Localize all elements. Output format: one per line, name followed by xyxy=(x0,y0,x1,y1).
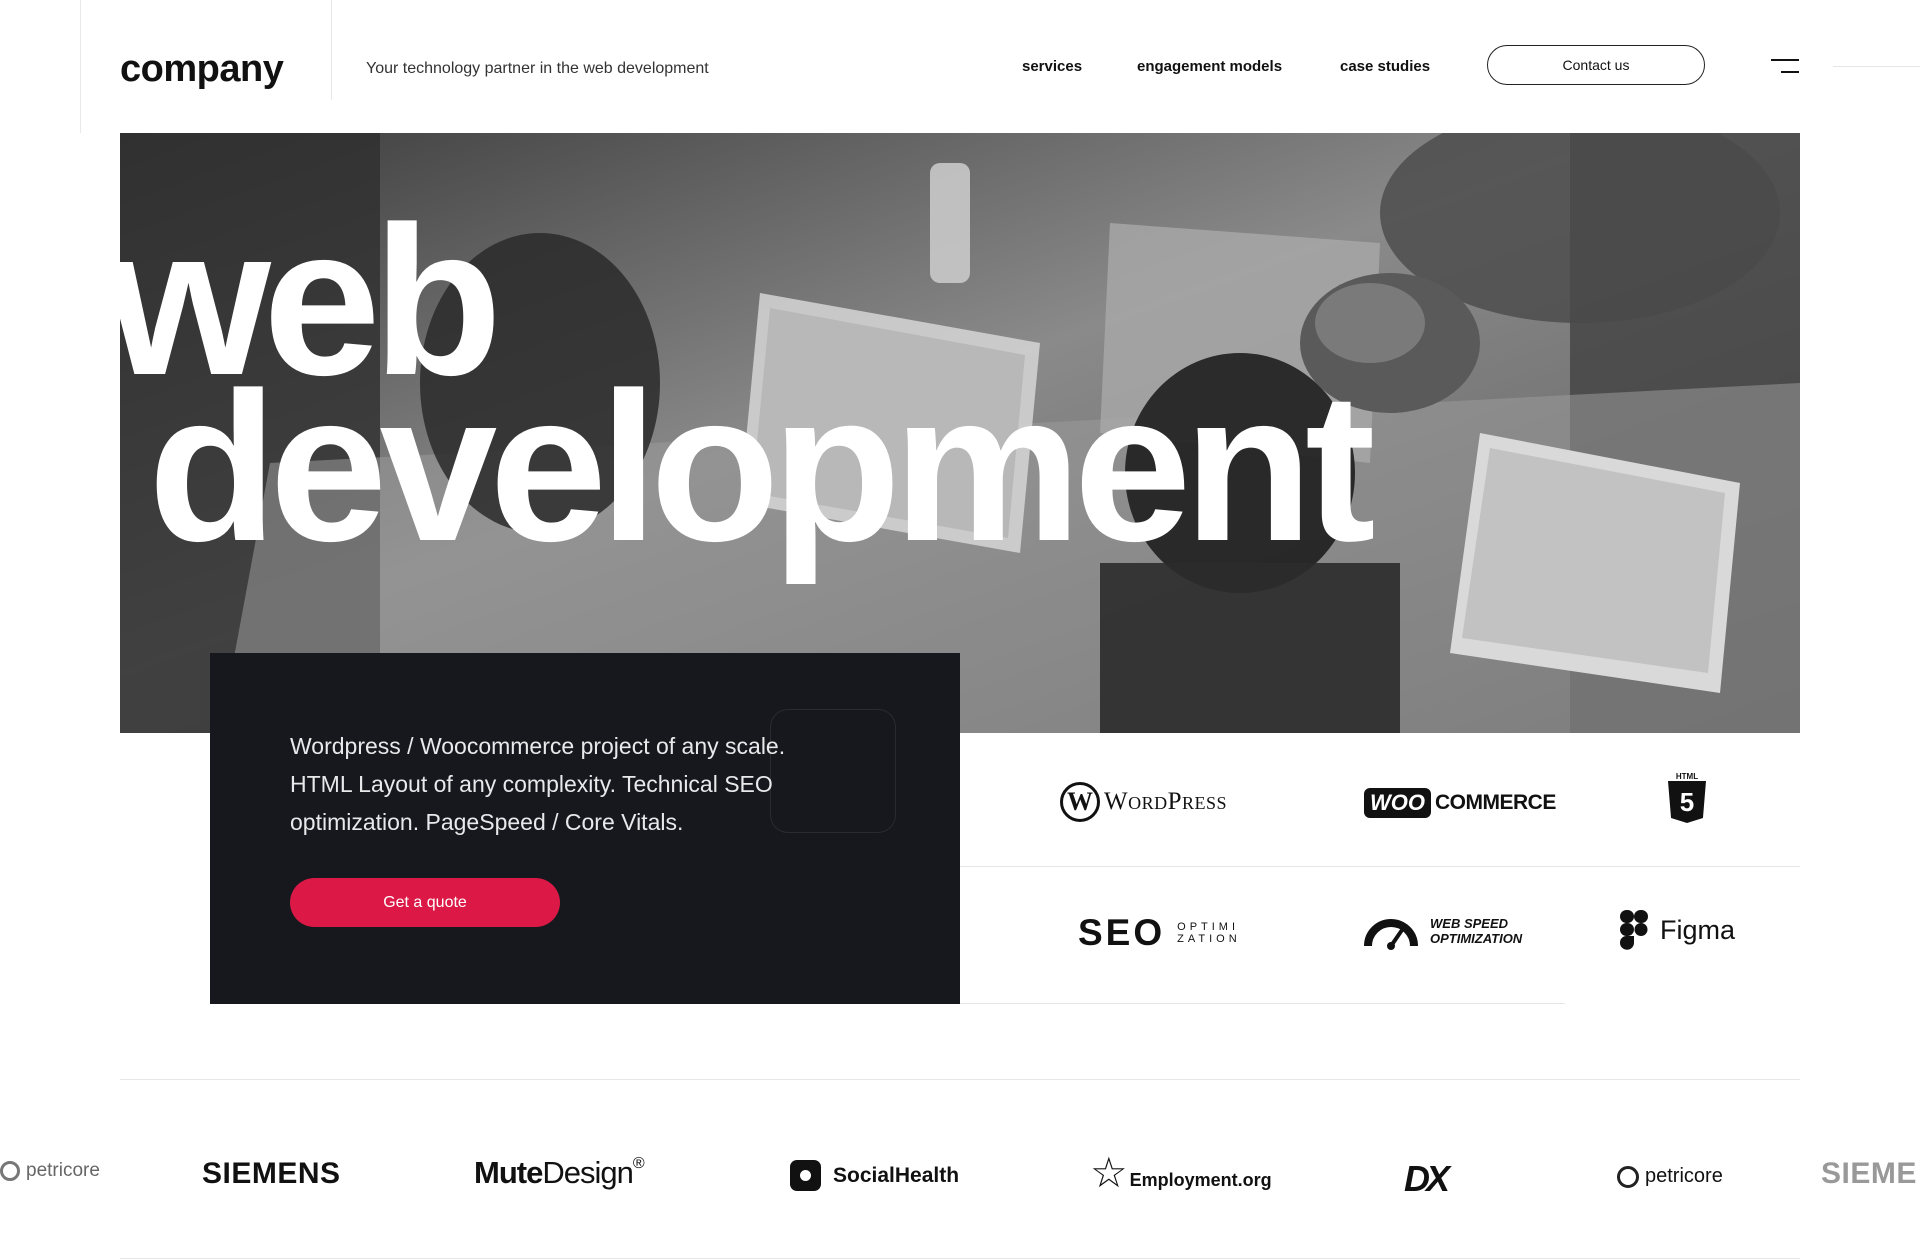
seo-label: SEO xyxy=(1078,912,1166,953)
client-employment-org: ☆ Employment.org xyxy=(1090,1152,1272,1194)
speedometer-icon xyxy=(1364,919,1418,950)
web-speed-logo: WEB SPEED OPTIMIZATION xyxy=(1364,912,1522,950)
nav-engagement-models[interactable]: engagement models xyxy=(1137,58,1282,75)
html5-shield-icon: 5 xyxy=(1668,781,1706,823)
client-name: DX xyxy=(1404,1158,1450,1199)
client-socialhealth: SocialHealth xyxy=(790,1160,959,1191)
seo-sub-line2: ZATION xyxy=(1177,933,1241,945)
client-name-regular: Design xyxy=(542,1155,633,1190)
header-divider-left xyxy=(80,0,81,133)
nav-case-studies[interactable]: case studies xyxy=(1340,58,1430,75)
html5-logo: HTML 5 xyxy=(1668,772,1706,823)
client-petricore-partial: petricore xyxy=(0,1160,100,1182)
html5-label: HTML xyxy=(1675,772,1699,781)
client-name: SocialHealth xyxy=(833,1163,960,1187)
clients-rule-top xyxy=(120,1079,1800,1080)
wordpress-name: WordPress xyxy=(1104,788,1228,815)
hamburger-menu-icon[interactable] xyxy=(1771,59,1799,73)
header-divider-middle xyxy=(331,0,332,100)
seo-sub-line1: OPTIMI xyxy=(1177,921,1240,933)
client-dx: DX xyxy=(1404,1158,1450,1200)
client-name: Employment.org xyxy=(1129,1169,1272,1190)
figma-icon xyxy=(1620,910,1648,950)
web-speed-line2: OPTIMIZATION xyxy=(1430,931,1523,946)
company-logo[interactable]: company xyxy=(120,48,284,91)
client-siemens-partial: SIEME xyxy=(1821,1157,1917,1191)
figma-logo: Figma xyxy=(1620,910,1735,950)
figma-name: Figma xyxy=(1660,914,1736,945)
star-icon: ☆ xyxy=(1090,1149,1128,1196)
contact-us-button[interactable]: Contact us xyxy=(1487,45,1705,85)
client-petricore: petricore xyxy=(1617,1165,1723,1188)
header-right-rule xyxy=(1833,66,1920,67)
wordpress-icon: W xyxy=(1060,782,1100,822)
get-a-quote-button[interactable]: Get a quote xyxy=(290,878,560,927)
seo-optimization-logo: SEO OPTIMI ZATION xyxy=(1078,912,1241,954)
web-speed-line1: WEB SPEED xyxy=(1430,916,1509,931)
client-siemens: SIEMENS xyxy=(202,1157,341,1191)
client-name: petricore xyxy=(1645,1165,1723,1187)
hero-title-development: development xyxy=(148,348,1376,585)
intro-card-text: Wordpress / Woocommerce project of any s… xyxy=(290,733,786,835)
client-name: SIEME xyxy=(1821,1157,1917,1190)
registered-mark: ® xyxy=(632,1155,645,1172)
intro-card: Wordpress / Woocommerce project of any s… xyxy=(210,653,960,1004)
hero-banner: web development xyxy=(120,133,1800,733)
nav-services[interactable]: services xyxy=(1022,58,1082,75)
tech-grid-rule-middle xyxy=(960,866,1800,867)
seo-sub: OPTIMI ZATION xyxy=(1177,921,1241,945)
client-name-bold: Mute xyxy=(474,1155,543,1190)
tagline: Your technology partner in the web devel… xyxy=(366,60,709,77)
woo-badge: WOO xyxy=(1364,788,1431,818)
client-mutedesign: Mute Design ® xyxy=(474,1155,645,1191)
clients-rule-bottom xyxy=(120,1258,1800,1259)
socialhealth-icon xyxy=(790,1160,821,1191)
petricore-icon xyxy=(1617,1165,1639,1188)
client-name: SIEMENS xyxy=(202,1157,341,1190)
tech-grid-rule-bottom xyxy=(960,1003,1565,1004)
woocommerce-logo: WOO COMMERCE xyxy=(1364,788,1556,818)
commerce-label: COMMERCE xyxy=(1435,791,1556,814)
wordpress-logo: W WordPress xyxy=(1060,782,1227,822)
petricore-icon xyxy=(0,1161,20,1181)
client-name: petricore xyxy=(26,1160,100,1181)
web-speed-text: WEB SPEED OPTIMIZATION xyxy=(1430,916,1522,946)
